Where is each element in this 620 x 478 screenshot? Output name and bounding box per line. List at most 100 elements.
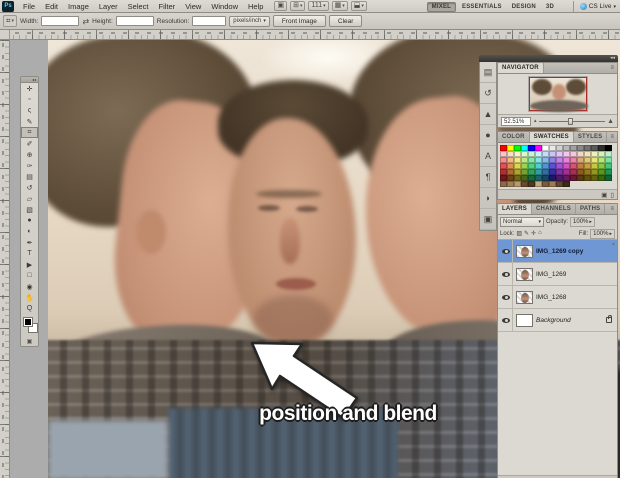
masks-panel-icon[interactable]: ◗ (480, 188, 496, 209)
layer-row[interactable]: Background (498, 309, 617, 332)
horizontal-ruler[interactable] (0, 30, 620, 40)
layer-thumbnail[interactable] (516, 268, 533, 281)
3d-panel-icon[interactable]: ● (480, 125, 496, 146)
panel-menu-icon[interactable]: ≡ (610, 132, 617, 142)
color-swatch[interactable] (500, 181, 507, 187)
tab-navigator[interactable]: NAVIGATOR (498, 63, 544, 73)
menu-view[interactable]: View (180, 0, 206, 13)
blur-tool[interactable]: ● (21, 215, 38, 226)
color-swatch[interactable] (549, 181, 556, 187)
tab-color[interactable]: COLOR (498, 132, 530, 142)
eyedropper-tool[interactable]: ✐ (21, 138, 38, 149)
visibility-toggle[interactable] (500, 286, 513, 308)
color-swatch[interactable] (563, 181, 570, 187)
tool-preset-picker[interactable]: ⌗ ▾ (3, 15, 17, 27)
hand-tool[interactable]: ✋ (21, 292, 38, 303)
lasso-tool[interactable]: ς (21, 105, 38, 116)
color-swatch[interactable] (577, 175, 584, 181)
move-tool[interactable]: ✛ (21, 83, 38, 94)
visibility-toggle[interactable] (500, 309, 513, 331)
menu-layer[interactable]: Layer (94, 0, 123, 13)
layer-thumbnail[interactable] (516, 245, 533, 258)
menu-edit[interactable]: Edit (40, 0, 63, 13)
fill-value[interactable]: 100% ▸ (590, 229, 615, 239)
navigator-zoom-slider[interactable]: ▴ ▲ (534, 118, 614, 125)
panel-dock-header[interactable]: ◂◂ (479, 55, 618, 62)
opacity-value[interactable]: 100% ▸ (570, 217, 595, 227)
zoom-in-mountain-icon[interactable]: ▲ (607, 118, 614, 125)
launch-bridge-icon[interactable]: ▣ (274, 1, 287, 11)
visibility-toggle[interactable] (500, 240, 513, 262)
menu-file[interactable]: File (18, 0, 40, 13)
tab-paths[interactable]: PATHS (576, 204, 605, 214)
layer-row[interactable]: IMG_1268 (498, 286, 617, 309)
panel-menu-icon[interactable]: ≡ (610, 204, 617, 214)
resolution-unit-select[interactable]: pixels/inch ▾ (229, 16, 270, 27)
color-swatch[interactable] (556, 181, 563, 187)
menu-filter[interactable]: Filter (154, 0, 181, 13)
workspace-3d[interactable]: 3D (542, 3, 558, 11)
screen-mode-icon[interactable]: ⬓▾ (351, 1, 367, 11)
quick-selection-tool[interactable]: ✎ (21, 116, 38, 127)
lock-transparency-icon[interactable]: ▨ (516, 230, 522, 237)
zoom-slider-track[interactable] (539, 121, 606, 122)
height-input[interactable] (116, 16, 154, 26)
workspace-design[interactable]: DESIGN (508, 3, 540, 11)
clear-button[interactable]: Clear (329, 15, 363, 27)
adjustments-panel-icon[interactable]: ▲ (480, 104, 496, 125)
color-swatch[interactable] (535, 181, 542, 187)
eraser-tool[interactable]: ▱ (21, 193, 38, 204)
width-input[interactable] (41, 16, 79, 26)
color-swatch[interactable] (570, 175, 577, 181)
color-swatch[interactable] (598, 175, 605, 181)
shape-tool[interactable]: □ (21, 270, 38, 281)
vertical-ruler[interactable] (0, 40, 10, 478)
zoom-out-mountain-icon[interactable]: ▴ (534, 118, 537, 124)
navigator-zoom-input[interactable]: 52.51% (501, 117, 531, 126)
blend-mode-select[interactable]: Normal ▾ (500, 217, 544, 227)
workspace-essentials[interactable]: ESSENTIALS (458, 3, 506, 11)
cs-live-button[interactable]: CS Live ▾ (573, 1, 616, 12)
tab-swatches[interactable]: SWATCHES (530, 132, 574, 142)
brush-tool[interactable]: ✑ (21, 160, 38, 171)
menu-image[interactable]: Image (63, 0, 94, 13)
layer-row[interactable]: IMG_1269 copy (498, 240, 617, 263)
color-swatch[interactable] (514, 181, 521, 187)
layer-thumbnail[interactable] (516, 291, 533, 304)
mini-bridge-panel-icon[interactable]: ▤ (480, 62, 496, 83)
workspace-mixel[interactable]: MIXEL (427, 2, 456, 12)
tab-channels[interactable]: CHANNELS (532, 204, 576, 214)
zoom-slider-handle[interactable] (568, 118, 573, 125)
character-panel-icon[interactable]: A (480, 146, 496, 167)
zoom-level-display[interactable]: 111▾ (308, 1, 328, 11)
quick-mask-icon[interactable]: ▣ (21, 336, 38, 346)
dodge-tool[interactable]: ◐ (21, 226, 38, 237)
foreground-color-chip[interactable] (23, 317, 33, 327)
clone-source-panel-icon[interactable]: ▣ (480, 209, 496, 230)
photoshop-logo-icon[interactable]: Ps (2, 1, 14, 12)
crop-tool[interactable]: ⌗ (21, 127, 38, 138)
menu-help[interactable]: Help (243, 0, 268, 13)
color-swatch[interactable] (605, 175, 612, 181)
history-brush-tool[interactable]: ↺ (21, 182, 38, 193)
arrange-documents-icon[interactable]: ▦▾ (332, 1, 348, 11)
zoom-tool[interactable]: Q (21, 303, 38, 314)
front-image-button[interactable]: Front Image (273, 15, 326, 27)
3d-rotate-tool[interactable]: ◉ (21, 281, 38, 292)
delete-swatch-icon[interactable]: ▯ (610, 191, 614, 199)
new-swatch-icon[interactable]: ▣ (601, 191, 607, 199)
gradient-tool[interactable]: ▧ (21, 204, 38, 215)
menu-window[interactable]: Window (206, 0, 243, 13)
clone-stamp-tool[interactable]: ▤ (21, 171, 38, 182)
scrollbar-up-icon[interactable]: ▲ (611, 241, 616, 247)
navigator-thumbnail[interactable] (529, 77, 587, 111)
layer-thumbnail[interactable] (516, 314, 533, 327)
panel-menu-icon[interactable]: ≡ (610, 63, 617, 73)
color-swatch[interactable] (584, 175, 591, 181)
color-swatch[interactable] (591, 175, 598, 181)
pen-tool[interactable]: ✒ (21, 237, 38, 248)
menu-select[interactable]: Select (123, 0, 154, 13)
layer-row[interactable]: IMG_1269 (498, 263, 617, 286)
color-swatch[interactable] (521, 181, 528, 187)
swap-dimensions-icon[interactable]: ⇄ (82, 17, 89, 26)
